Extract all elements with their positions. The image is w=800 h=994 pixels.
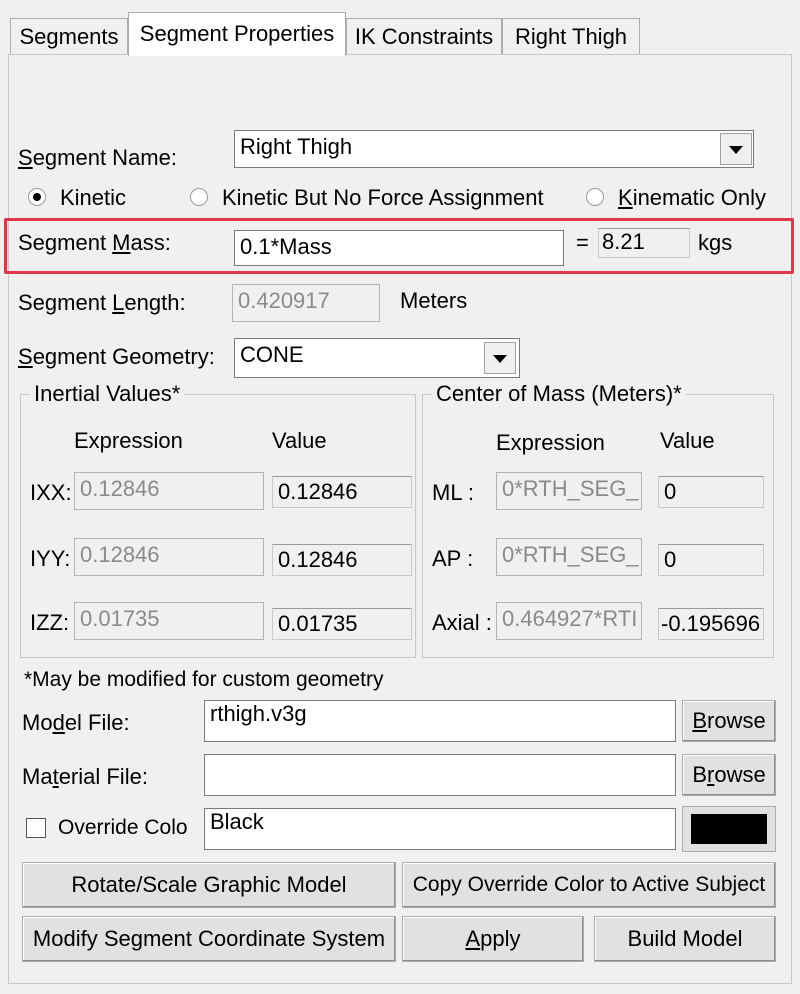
ixx-expression-field: 0.12846 [74,472,264,510]
segment-name-value: Right Thigh [240,134,353,159]
segment-geometry-dropdown-button[interactable] [484,342,516,374]
segment-mass-equals: = [576,230,589,255]
segment-length-label: Segment Length: [18,290,186,315]
copy-override-color-button[interactable]: Copy Override Color to Active Subject [402,862,776,908]
model-file-label: Model File: [22,710,130,735]
inertial-value-header: Value [272,428,327,453]
color-picker-button[interactable] [682,806,776,852]
tab-segments[interactable]: Segments [10,18,128,54]
ap-expression-field: 0*RTH_SEG_ [496,538,642,576]
override-color-checkbox[interactable] [26,818,46,838]
segment-name-dropdown-button[interactable] [720,133,752,165]
kinetic-no-force-radio[interactable] [190,188,208,206]
segment-length-field: 0.420917 [232,284,380,322]
segment-geometry-combo[interactable]: CONE [234,338,520,378]
ml-value: 0 [658,476,764,508]
override-color-label: Override Colo [58,816,188,839]
segment-mass-expression-input[interactable]: 0.1*Mass [234,230,564,266]
ixx-label: IXX: [30,480,72,505]
kinetic-label: Kinetic [60,185,127,210]
axial-value: -0.195696 [658,608,764,640]
tab-right-thigh[interactable]: Right Thigh [502,18,640,54]
kinematic-only-label: Kinematic Only [618,185,766,210]
iyy-value: 0.12846 [272,544,412,576]
iyy-expression-field: 0.12846 [74,538,264,576]
segment-geometry-label: Segment Geometry: [18,344,215,369]
izz-value: 0.01735 [272,608,412,640]
izz-label: IZZ: [30,610,70,635]
kinematic-only-radio[interactable] [586,188,604,206]
segment-geometry-value: CONE [240,342,304,367]
com-expression-header: Expression [496,430,605,455]
tab-segment-properties[interactable]: Segment Properties [128,12,346,56]
kinetic-radio[interactable] [28,188,46,206]
axial-expression-field: 0.464927*RTI [496,602,642,640]
ap-value: 0 [658,544,764,576]
rotate-scale-graphic-model-button[interactable]: Rotate/Scale Graphic Model [22,862,396,908]
segment-mass-result: 8.21 [598,228,690,258]
build-model-button[interactable]: Build Model [594,916,776,962]
ixx-value: 0.12846 [272,476,412,508]
custom-geometry-note: *May be modified for custom geometry [24,668,384,691]
center-of-mass-title: Center of Mass (Meters)* [432,381,686,407]
override-color-input[interactable]: Black [204,808,676,850]
kinetic-no-force-label: Kinetic But No Force Assignment [222,185,544,210]
iyy-label: IYY: [30,546,71,571]
segment-name-label: Segment Name: [18,145,177,170]
material-file-input[interactable] [204,754,676,796]
inertial-values-title: Inertial Values* [30,381,185,407]
inertial-expression-header: Expression [74,428,183,453]
color-swatch [691,814,767,844]
material-file-label: Material File: [22,764,148,789]
apply-button[interactable]: Apply [402,916,584,962]
axial-label: Axial : [432,610,492,635]
tab-ik-constraints[interactable]: IK Constraints [346,18,502,54]
model-file-browse-button[interactable]: Browse [682,700,776,742]
segment-mass-unit: kgs [698,230,733,255]
segment-mass-label: Segment Mass: [18,230,171,255]
segment-length-unit: Meters [400,288,468,313]
modify-segment-coordinate-system-button[interactable]: Modify Segment Coordinate System [22,916,396,962]
izz-expression-field: 0.01735 [74,602,264,640]
segment-name-combo[interactable]: Right Thigh [234,130,754,168]
ml-expression-field: 0*RTH_SEG_ [496,472,642,510]
ml-label: ML : [432,480,474,505]
com-value-header: Value [660,428,715,453]
ap-label: AP : [432,546,474,571]
material-file-browse-button[interactable]: Browse [682,754,776,796]
model-file-input[interactable]: rthigh.v3g [204,700,676,742]
